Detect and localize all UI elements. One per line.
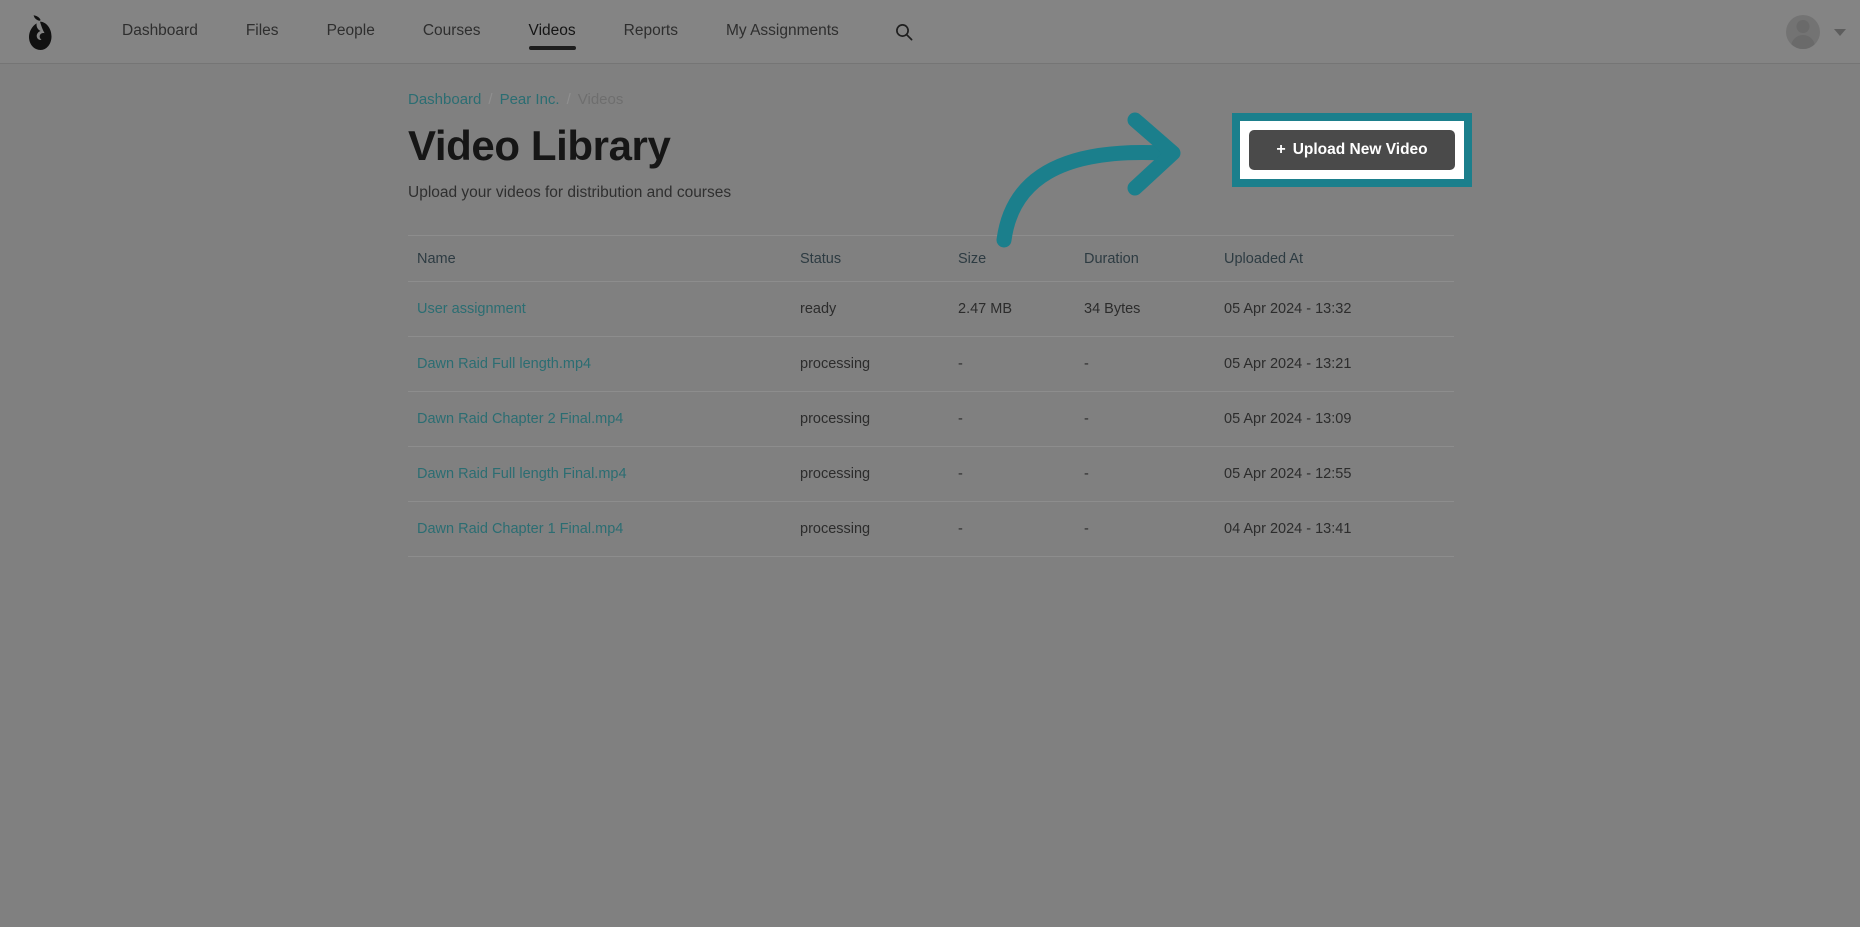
plus-icon: + — [1276, 141, 1286, 158]
search-icon — [895, 23, 913, 40]
column-header-name[interactable]: Name — [408, 236, 791, 283]
cell-uploaded-at: 05 Apr 2024 - 13:21 — [1215, 336, 1454, 393]
table-row[interactable]: Dawn Raid Chapter 1 Final.mp4 processing… — [408, 501, 1454, 558]
cell-name: User assignment — [408, 281, 791, 338]
nav-label: Dashboard — [122, 21, 198, 39]
nav-label: Videos — [528, 21, 576, 39]
videos-table-body: User assignment ready 2.47 MB 34 Bytes 0… — [408, 281, 1454, 558]
nav-item-files[interactable]: Files — [246, 0, 279, 64]
video-name-link[interactable]: Dawn Raid Full length.mp4 — [417, 356, 591, 372]
nav-label: My Assignments — [725, 21, 839, 39]
cell-uploaded-at: 05 Apr 2024 - 13:32 — [1215, 281, 1454, 338]
nav-item-reports[interactable]: Reports — [624, 0, 678, 64]
cell-duration: - — [1075, 501, 1215, 558]
nav-item-people[interactable]: People — [327, 0, 375, 64]
column-header-status[interactable]: Status — [791, 236, 949, 283]
cell-uploaded-at: 05 Apr 2024 - 13:09 — [1215, 391, 1454, 448]
video-name-link[interactable]: Dawn Raid Chapter 2 Final.mp4 — [417, 411, 623, 427]
table-row[interactable]: User assignment ready 2.47 MB 34 Bytes 0… — [408, 281, 1454, 338]
column-header-size[interactable]: Size — [949, 236, 1075, 283]
video-name-link[interactable]: User assignment — [417, 301, 526, 317]
cell-duration: 34 Bytes — [1075, 281, 1215, 338]
cell-uploaded-at: 04 Apr 2024 - 13:41 — [1215, 501, 1454, 558]
nav-label: Courses — [422, 21, 481, 39]
app-logo[interactable] — [8, 0, 72, 64]
breadcrumb: Dashboard / Pear Inc. / Videos — [408, 91, 1454, 108]
breadcrumb-separator: / — [566, 91, 571, 108]
chevron-down-icon[interactable] — [1834, 28, 1846, 36]
pear-logo-icon — [29, 14, 52, 50]
cell-name: Dawn Raid Chapter 2 Final.mp4 — [408, 391, 791, 448]
videos-table: Name Status Size Duration Uploaded At Us… — [408, 236, 1454, 558]
upload-button-highlight: + Upload New Video — [1232, 113, 1472, 187]
cell-status: ready — [791, 281, 949, 338]
cell-size: - — [949, 391, 1075, 448]
column-header-uploaded-at[interactable]: Uploaded At — [1215, 236, 1454, 283]
search-button[interactable] — [887, 15, 921, 49]
video-name-link[interactable]: Dawn Raid Full length Final.mp4 — [417, 466, 627, 482]
cell-status: processing — [791, 501, 949, 558]
videos-table-header: Name Status Size Duration Uploaded At — [408, 236, 1454, 283]
cell-size: - — [949, 446, 1075, 503]
cell-uploaded-at: 05 Apr 2024 - 12:55 — [1215, 446, 1454, 503]
cell-size: - — [949, 501, 1075, 558]
account-area — [1786, 0, 1846, 64]
cell-name: Dawn Raid Chapter 1 Final.mp4 — [408, 501, 791, 558]
cell-duration: - — [1075, 391, 1215, 448]
nav-label: Reports — [623, 21, 678, 39]
cell-status: processing — [791, 336, 949, 393]
breadcrumb-item-videos: Videos — [577, 91, 624, 108]
main-nav: Dashboard Files People Courses Videos Re… — [122, 0, 921, 64]
cell-status: processing — [791, 391, 949, 448]
table-row[interactable]: Dawn Raid Full length Final.mp4 processi… — [408, 446, 1454, 503]
breadcrumb-separator: / — [488, 91, 493, 108]
column-header-duration[interactable]: Duration — [1075, 236, 1215, 283]
nav-item-videos[interactable]: Videos — [528, 0, 576, 64]
breadcrumb-item-pear-inc[interactable]: Pear Inc. — [500, 91, 560, 108]
avatar[interactable] — [1786, 15, 1820, 49]
cell-size: 2.47 MB — [949, 281, 1075, 338]
table-row[interactable]: Dawn Raid Full length.mp4 processing - -… — [408, 336, 1454, 393]
cell-size: - — [949, 336, 1075, 393]
nav-label: Files — [245, 21, 279, 39]
cell-name: Dawn Raid Full length Final.mp4 — [408, 446, 791, 503]
breadcrumb-item-dashboard[interactable]: Dashboard — [408, 91, 481, 108]
cell-name: Dawn Raid Full length.mp4 — [408, 336, 791, 393]
table-header-row: Name Status Size Duration Uploaded At — [408, 236, 1454, 283]
nav-item-dashboard[interactable]: Dashboard — [122, 0, 198, 64]
cell-status: processing — [791, 446, 949, 503]
table-row[interactable]: Dawn Raid Chapter 2 Final.mp4 processing… — [408, 391, 1454, 448]
cell-duration: - — [1075, 446, 1215, 503]
video-name-link[interactable]: Dawn Raid Chapter 1 Final.mp4 — [417, 521, 623, 537]
page-root: Dashboard Files People Courses Videos Re… — [0, 0, 1860, 927]
top-navigation-bar: Dashboard Files People Courses Videos Re… — [0, 0, 1860, 64]
nav-label: People — [326, 21, 375, 39]
upload-button-label: Upload New Video — [1292, 141, 1428, 158]
nav-item-my-assignments[interactable]: My Assignments — [726, 0, 839, 64]
upload-new-video-button[interactable]: + Upload New Video — [1249, 130, 1455, 170]
nav-item-courses[interactable]: Courses — [423, 0, 481, 64]
cell-duration: - — [1075, 336, 1215, 393]
